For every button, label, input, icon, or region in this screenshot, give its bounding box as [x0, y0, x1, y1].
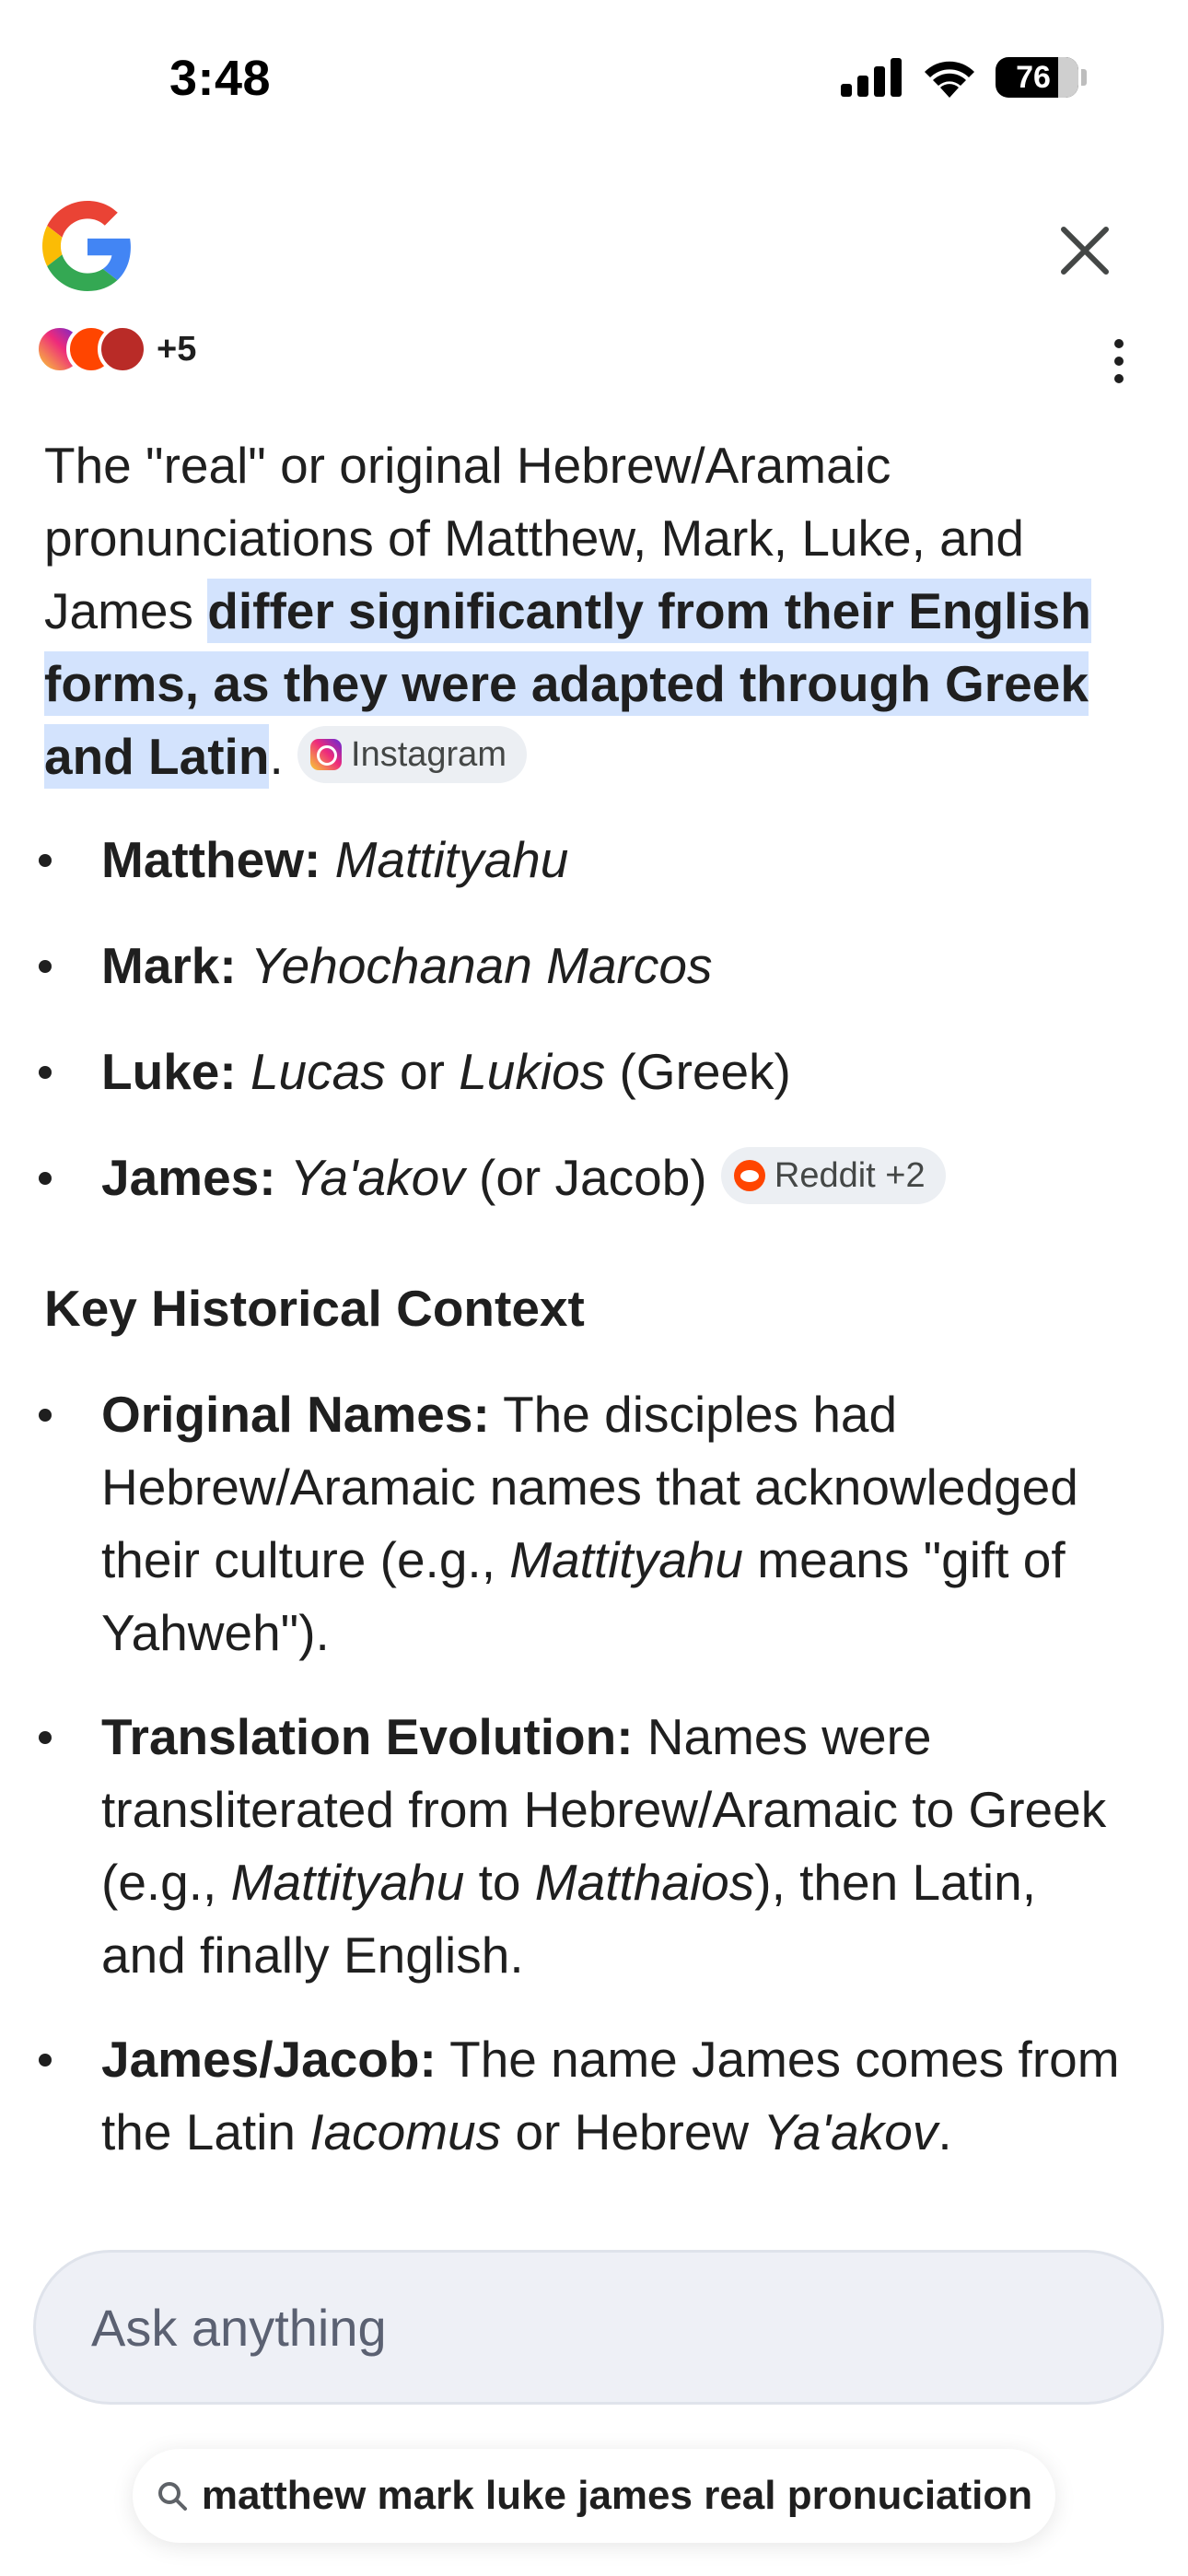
- name-suffix: (or Jacob): [464, 1149, 707, 1206]
- sources-row[interactable]: +5: [35, 324, 196, 374]
- name-label: Mark:: [101, 937, 237, 994]
- instagram-icon: [310, 739, 343, 771]
- sources-more-count: +5: [157, 329, 197, 369]
- battery-percent: 76: [1016, 59, 1051, 95]
- search-query-pill[interactable]: matthew mark luke james real pronuciatio…: [133, 2449, 1055, 2543]
- item-em: Ya'akov: [763, 2103, 938, 2160]
- name-connector: or: [385, 1043, 460, 1100]
- name-suffix: (Greek): [605, 1043, 791, 1100]
- status-time: 3:48: [169, 51, 272, 106]
- more-vert-icon: [1114, 339, 1124, 348]
- item-em: Matthaios: [534, 1854, 755, 1911]
- ask-input-placeholder: Ask anything: [91, 2298, 387, 2357]
- name-value-alt: Lukios: [459, 1043, 606, 1100]
- item-em: Mattityahu: [230, 1854, 465, 1911]
- search-query-text: matthew mark luke james real pronuciatio…: [201, 2473, 1033, 2518]
- intro-end: .: [269, 728, 284, 785]
- ask-input[interactable]: Ask anything: [33, 2250, 1164, 2405]
- answer-intro: The "real" or original Hebrew/Aramaic pr…: [44, 429, 1131, 793]
- source-chip-reddit[interactable]: Reddit +2: [720, 1147, 946, 1205]
- section-heading: Key Historical Context: [44, 1280, 585, 1337]
- list-item-james: James: Ya'akov (or Jacob) Reddit +2: [0, 1142, 1188, 1214]
- name-value: Ya'akov: [289, 1149, 465, 1206]
- item-text: to: [464, 1854, 535, 1911]
- reddit-icon: [733, 1160, 765, 1192]
- item-label: Translation Evolution:: [101, 1708, 634, 1765]
- item-text: .: [938, 2103, 952, 2160]
- item-label: Original Names:: [101, 1386, 490, 1443]
- status-icons: 76: [841, 57, 1087, 98]
- list-item-translation-evolution: Translation Evolution: Names were transl…: [0, 1701, 1188, 1992]
- close-button[interactable]: [1052, 217, 1118, 284]
- item-label: James/Jacob:: [101, 2031, 437, 2088]
- name-value: Mattityahu: [334, 831, 569, 888]
- source-chip-label: Reddit +2: [774, 1156, 926, 1196]
- name-label: Luke:: [101, 1043, 237, 1100]
- list-item-matthew: Matthew: Mattityahu: [0, 824, 1188, 896]
- search-icon: [157, 2482, 187, 2511]
- list-item-james-jacob: James/Jacob: The name James comes from t…: [0, 2023, 1188, 2169]
- battery-indicator: 76: [996, 57, 1078, 98]
- wifi-icon: [925, 61, 974, 98]
- google-g-logo: [42, 201, 131, 291]
- item-em: Mattityahu: [509, 1531, 743, 1588]
- close-icon: [1061, 227, 1109, 275]
- more-options-button[interactable]: [1105, 339, 1133, 383]
- context-list: Original Names: The disciples had Hebrew…: [0, 1378, 1188, 2200]
- cellular-signal-icon: [841, 58, 902, 97]
- quora-icon: [98, 324, 147, 374]
- list-item-mark: Mark: Yehochanan Marcos: [0, 930, 1188, 1002]
- names-list: Matthew: Mattityahu Mark: Yehochanan Mar…: [0, 824, 1188, 1247]
- item-text: or Hebrew: [501, 2103, 763, 2160]
- name-value: Lucas: [250, 1043, 386, 1100]
- name-label: Matthew:: [101, 831, 321, 888]
- list-item-luke: Luke: Lucas or Lukios (Greek): [0, 1036, 1188, 1108]
- name-value: Yehochanan Marcos: [250, 937, 713, 994]
- source-chip-instagram[interactable]: Instagram: [297, 726, 527, 784]
- item-em: Iacomus: [309, 2103, 502, 2160]
- list-item-original-names: Original Names: The disciples had Hebrew…: [0, 1378, 1188, 1669]
- source-chip-label: Instagram: [351, 735, 507, 775]
- battery-tip: [1081, 69, 1087, 86]
- battery-empty-portion: [1058, 57, 1078, 98]
- name-label: James:: [101, 1149, 276, 1206]
